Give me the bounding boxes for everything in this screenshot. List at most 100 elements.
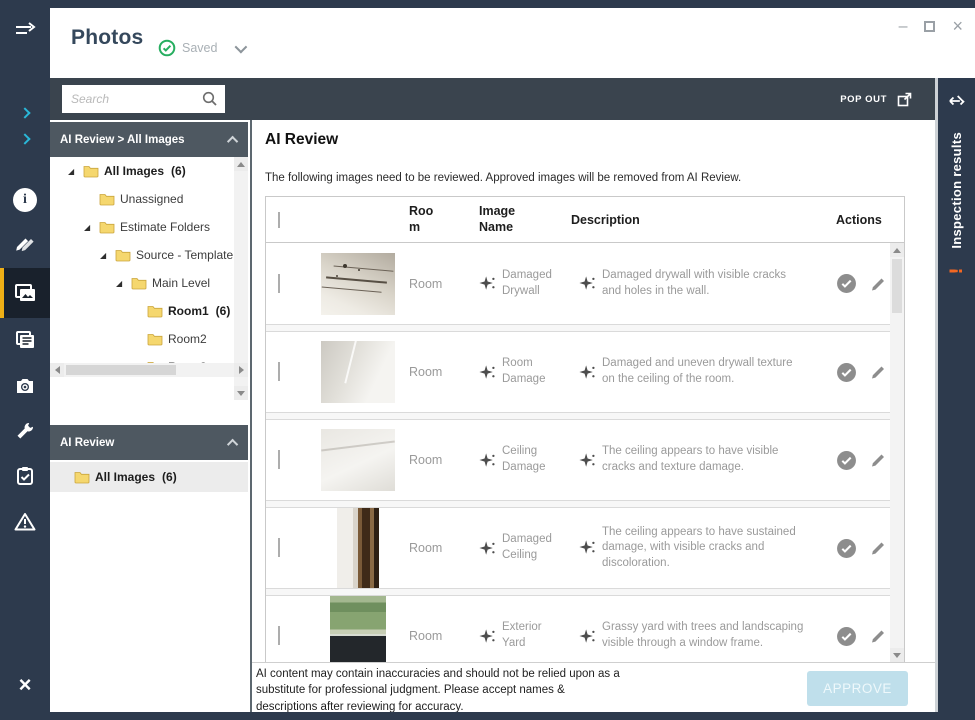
folder-label: Room2 [168, 332, 207, 346]
sidebar-item-camera[interactable] [0, 364, 50, 408]
approve-check-icon[interactable] [836, 450, 857, 471]
image-thumbnail[interactable] [321, 429, 395, 491]
search-box [62, 85, 225, 113]
image-thumbnail[interactable] [337, 508, 379, 588]
window-close-button[interactable]: × [952, 16, 963, 37]
scroll-left-button[interactable] [50, 363, 64, 377]
folder-label: Estimate Folders [120, 220, 210, 234]
description-value: Grassy yard with trees and landscaping v… [602, 620, 806, 651]
sidebar-item-tools[interactable] [0, 409, 50, 453]
sidebar-item-tasks[interactable] [0, 454, 50, 498]
main-title: AI Review [265, 131, 338, 149]
tree-item-room2[interactable]: Room2 [50, 325, 248, 353]
search-input[interactable] [62, 92, 201, 106]
approve-check-icon[interactable] [836, 626, 857, 647]
folder-label: Main Level [152, 276, 210, 290]
expand-panel-icon[interactable] [944, 88, 969, 113]
approve-check-icon[interactable] [836, 538, 857, 559]
scroll-up-button[interactable] [890, 243, 904, 257]
close-workspace-button[interactable]: × [0, 663, 50, 707]
table-row: RoomCeiling DamageThe ceiling appears to… [266, 419, 904, 501]
scroll-down-button[interactable] [890, 648, 904, 662]
image-name-value: Damaged Ceiling [502, 532, 567, 563]
ai-review-panel-header[interactable]: AI Review [50, 425, 248, 460]
tree-item-all-images-selected[interactable]: All Images (6) [50, 462, 248, 492]
table-vertical-scrollbar[interactable] [890, 243, 904, 662]
folder-icon [131, 276, 147, 290]
scroll-up-button[interactable] [234, 157, 248, 171]
tree-horizontal-scrollbar[interactable] [50, 363, 248, 377]
folder-count: (6) [162, 470, 177, 484]
table-header-row: Room Image Name Description Actions [266, 197, 904, 243]
edit-pencil-icon[interactable] [869, 363, 887, 381]
ai-disclaimer-text: AI content may contain inaccuracies and … [256, 666, 628, 715]
tree-item-all-images[interactable]: ◢All Images(6) [50, 157, 248, 185]
sidebar-item-notes[interactable] [0, 318, 50, 362]
sidebar-item-info[interactable]: i [0, 178, 50, 222]
row-checkbox[interactable] [278, 274, 280, 293]
row-checkbox[interactable] [278, 626, 280, 645]
approve-button[interactable]: APPROVE [807, 671, 908, 706]
review-table: Room Image Name Description Actions Room… [265, 196, 905, 662]
table-row: RoomDamaged DrywallDamaged drywall with … [266, 243, 904, 325]
expand-toggle-icon[interactable]: ◢ [116, 279, 131, 288]
main-subtitle: The following images need to be reviewed… [265, 172, 741, 184]
image-thumbnail[interactable] [321, 253, 395, 315]
row-checkbox[interactable] [278, 538, 280, 557]
scroll-down-button[interactable] [234, 386, 248, 400]
tree-item-source-template[interactable]: ◢Source - Template [50, 241, 248, 269]
approve-check-icon[interactable] [836, 362, 857, 383]
scroll-right-button[interactable] [234, 363, 248, 377]
saved-dropdown-chevron[interactable] [235, 40, 248, 53]
edit-pencil-icon[interactable] [869, 451, 887, 469]
window-minimize-button[interactable]: – [899, 18, 908, 36]
ai-review-panel-title: AI Review [60, 437, 230, 449]
ai-review-main-panel: AI Review The following images need to b… [252, 120, 935, 712]
sidebar-item-edit[interactable] [0, 221, 50, 265]
row-checkbox[interactable] [278, 450, 280, 469]
expand-toggle-icon[interactable]: ◢ [100, 251, 115, 260]
image-thumbnail[interactable] [321, 341, 395, 403]
search-icon[interactable] [201, 90, 219, 108]
ai-sparkle-icon [579, 453, 595, 468]
pop-out-button[interactable]: POP OUT [840, 85, 913, 113]
ai-sparkle-icon [479, 629, 495, 644]
folder-count: (6) [171, 164, 186, 178]
scrollbar-thumb[interactable] [892, 259, 902, 313]
edit-pencil-icon[interactable] [869, 539, 887, 557]
expand-toggle-icon[interactable]: ◢ [84, 223, 99, 232]
folders-breadcrumb-header[interactable]: AI Review > All Images [50, 122, 248, 157]
sidebar-chevron-2[interactable] [0, 124, 50, 154]
scrollbar-thumb[interactable] [66, 365, 176, 375]
folder-icon [147, 332, 163, 346]
folders-column: AI Review > All Images ◢All Images(6)Una… [50, 120, 250, 712]
edit-pencils-icon [14, 233, 36, 253]
close-icon: × [19, 674, 32, 696]
tree-item-estimate-folders[interactable]: ◢ Estimate Folders [50, 213, 248, 241]
left-sidebar: i [0, 0, 50, 720]
table-body: RoomDamaged DrywallDamaged drywall with … [266, 243, 904, 662]
window-maximize-button[interactable] [924, 21, 935, 32]
approve-check-icon[interactable] [836, 273, 857, 294]
row-checkbox[interactable] [278, 362, 280, 381]
inspection-results-rail[interactable]: Inspection results ! [938, 78, 975, 712]
tree-item-unassigned[interactable]: Unassigned [50, 185, 248, 213]
description-value: The ceiling appears to have sustained da… [602, 525, 806, 572]
tree-item-main-level[interactable]: ◢ Main Level [50, 269, 248, 297]
sidebar-item-alerts[interactable] [0, 499, 50, 543]
edit-pencil-icon[interactable] [869, 275, 887, 293]
sidebar-item-photos[interactable] [0, 268, 50, 318]
image-thumbnail[interactable] [330, 596, 386, 662]
select-all-checkbox[interactable] [278, 212, 280, 228]
folder-label: Room1 [168, 304, 209, 318]
inspection-results-label: Inspection results [949, 132, 964, 249]
folder-icon [99, 192, 115, 206]
menu-toggle-button[interactable] [0, 8, 50, 52]
description-value: Damaged and uneven drywall texture on th… [602, 356, 806, 387]
edit-pencil-icon[interactable] [869, 627, 887, 645]
tree-item-room1[interactable]: Room1(6) [50, 297, 248, 325]
wrench-icon [15, 421, 35, 441]
expand-toggle-icon[interactable]: ◢ [68, 167, 83, 176]
folder-icon [83, 164, 99, 178]
chevron-right-icon [19, 107, 30, 118]
